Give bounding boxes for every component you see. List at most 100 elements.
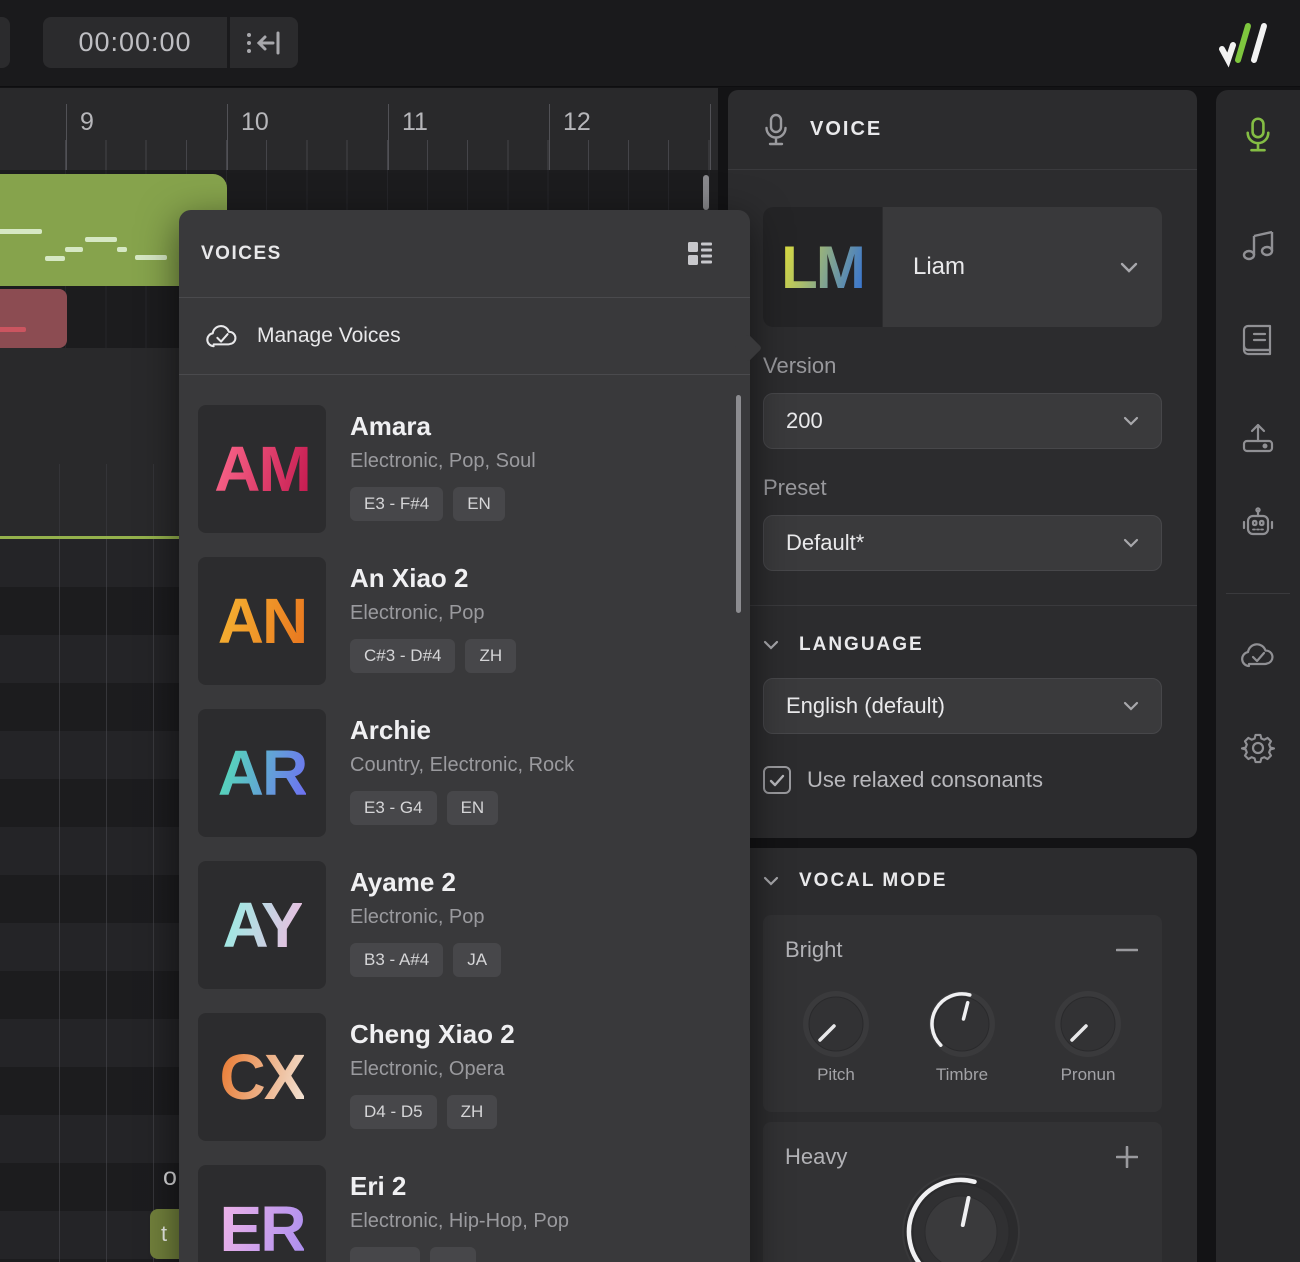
divider <box>728 605 1197 606</box>
checkbox-checked[interactable] <box>763 766 791 794</box>
knob-label: Timbre <box>936 1065 988 1085</box>
voices-popup-title: VOICES <box>201 243 282 265</box>
measure-line <box>227 104 228 170</box>
version-value: 200 <box>786 408 823 434</box>
vocal-mode-header[interactable]: VOCAL MODE <box>763 870 947 892</box>
pronun-knob[interactable]: Pronun <box>1051 987 1125 1085</box>
timbre-knob[interactable]: Timbre <box>925 987 999 1085</box>
language-section-title: LANGUAGE <box>799 634 924 656</box>
voice-list-item[interactable]: AN An Xiao 2 Electronic, Pop C#3 - D#4 Z… <box>198 557 750 685</box>
notes-tab-button[interactable] <box>1238 225 1278 265</box>
vocal-mode-title: VOCAL MODE <box>799 870 947 892</box>
ai-assistant-tab-button[interactable] <box>1238 503 1278 543</box>
preset-value: Default* <box>786 530 864 556</box>
export-tab-button[interactable] <box>1238 418 1278 458</box>
export-icon <box>1241 421 1275 455</box>
chevron-down-icon <box>1123 538 1139 548</box>
workspace: 9 10 11 12 o t <box>0 88 1300 1262</box>
version-select[interactable]: 200 <box>763 393 1162 449</box>
voice-genres: Electronic, Pop <box>350 602 516 625</box>
voice-lang-badge <box>430 1247 476 1262</box>
voice-range-badge: E3 - G4 <box>350 791 437 825</box>
preset-label: Preset <box>763 475 1197 501</box>
music-note-icon <box>1240 228 1276 262</box>
timecode-display[interactable]: 00:00:00 <box>43 17 227 68</box>
preset-select[interactable]: Default* <box>763 515 1162 571</box>
list-view-icon[interactable] <box>686 240 714 267</box>
voice-list-item[interactable]: ER Eri 2 Electronic, Hip-Hop, Pop <box>198 1165 750 1262</box>
return-to-start-icon <box>242 28 286 58</box>
language-section-header[interactable]: LANGUAGE <box>763 634 1197 656</box>
voice-list-item[interactable]: AY Ayame 2 Electronic, Pop B3 - A#4 JA <box>198 861 750 989</box>
microphone-icon <box>1245 116 1271 154</box>
chevron-down-icon <box>1123 416 1139 426</box>
voice-list-item[interactable]: AM Amara Electronic, Pop, Soul E3 - F#4 … <box>198 405 750 533</box>
version-label: Version <box>763 353 1197 379</box>
checkbox-label: Use relaxed consonants <box>807 767 1043 793</box>
dictionary-icon <box>1241 323 1275 357</box>
voice-lang-badge: ZH <box>447 1095 498 1129</box>
manage-voices-row[interactable]: Manage Voices <box>179 297 750 375</box>
note-lyric[interactable]: o <box>163 1163 177 1192</box>
microphone-icon <box>764 113 788 147</box>
ruler-ticks <box>0 140 718 170</box>
midi-note[interactable]: t <box>150 1209 182 1259</box>
voice-avatar: AM <box>198 405 326 533</box>
voice-genres: Electronic, Hip-Hop, Pop <box>350 1210 569 1233</box>
settings-gear-icon <box>1241 731 1275 765</box>
voice-lang-badge: ZH <box>465 639 516 673</box>
app-logo <box>1212 18 1278 68</box>
vocal-clip-red[interactable] <box>0 289 67 348</box>
voice-range-badge <box>350 1247 420 1262</box>
voice-list-item[interactable]: CX Cheng Xiao 2 Electronic, Opera D4 - D… <box>198 1013 750 1141</box>
pitch-knob[interactable]: Pitch <box>799 987 873 1085</box>
voices-popup: VOICES Manage Voices AM <box>179 210 750 1262</box>
voice-name: Cheng Xiao 2 <box>350 1019 515 1050</box>
heavy-knob[interactable] <box>899 1170 1023 1262</box>
cloud-sync-button[interactable] <box>1238 635 1278 675</box>
measure-number: 12 <box>563 108 591 137</box>
voice-range-badge: B3 - A#4 <box>350 943 443 977</box>
voice-avatar: ER <box>198 1165 326 1262</box>
voice-lang-badge: EN <box>447 791 499 825</box>
measure-number: 10 <box>241 108 269 137</box>
voice-panel-title: VOICE <box>810 118 882 141</box>
chevron-down-icon <box>763 876 779 886</box>
chevron-down-icon <box>763 640 779 650</box>
voices-list-scrollbar[interactable] <box>736 395 741 613</box>
voice-tab-button[interactable] <box>1238 115 1278 155</box>
vocal-mode-panel: VOCAL MODE Bright Pitch Timbre <box>728 848 1197 1262</box>
voice-panel-header: VOICE <box>728 90 1197 170</box>
bright-label: Bright <box>785 937 842 963</box>
chevron-down-icon <box>1123 701 1139 711</box>
language-value: English (default) <box>786 693 945 719</box>
language-select[interactable]: English (default) <box>763 678 1162 734</box>
voices-list: AM Amara Electronic, Pop, Soul E3 - F#4 … <box>179 375 750 1262</box>
voice-lang-badge: JA <box>453 943 501 977</box>
settings-button[interactable] <box>1238 728 1278 768</box>
voice-genres: Electronic, Pop <box>350 906 501 929</box>
return-to-start-button[interactable] <box>229 17 298 68</box>
voice-avatar: AY <box>198 861 326 989</box>
cloud-check-icon <box>205 323 239 349</box>
voice-avatar: AN <box>198 557 326 685</box>
vertical-scrollbar[interactable] <box>703 175 709 210</box>
voice-range-badge: D4 - D5 <box>350 1095 437 1129</box>
manage-voices-label: Manage Voices <box>257 324 401 348</box>
voice-selector[interactable]: LM Liam <box>763 207 1162 327</box>
knob-label: Pronun <box>1061 1065 1116 1085</box>
measure-number: 11 <box>402 108 428 137</box>
toolbar-button-partial[interactable] <box>0 17 10 68</box>
voice-name: Eri 2 <box>350 1171 569 1202</box>
timeline-ruler[interactable]: 9 10 11 12 <box>0 88 718 170</box>
relaxed-consonants-row[interactable]: Use relaxed consonants <box>763 766 1197 794</box>
voices-popup-header: VOICES <box>179 210 750 297</box>
collapse-minus-icon[interactable] <box>1114 937 1140 963</box>
voice-genres: Electronic, Pop, Soul <box>350 450 536 473</box>
knob-label: Pitch <box>817 1065 855 1085</box>
dictionary-tab-button[interactable] <box>1238 320 1278 360</box>
voice-avatar: CX <box>198 1013 326 1141</box>
voice-list-item[interactable]: AR Archie Country, Electronic, Rock E3 -… <box>198 709 750 837</box>
cloud-check-icon <box>1240 641 1276 669</box>
expand-plus-icon[interactable] <box>1114 1144 1140 1170</box>
